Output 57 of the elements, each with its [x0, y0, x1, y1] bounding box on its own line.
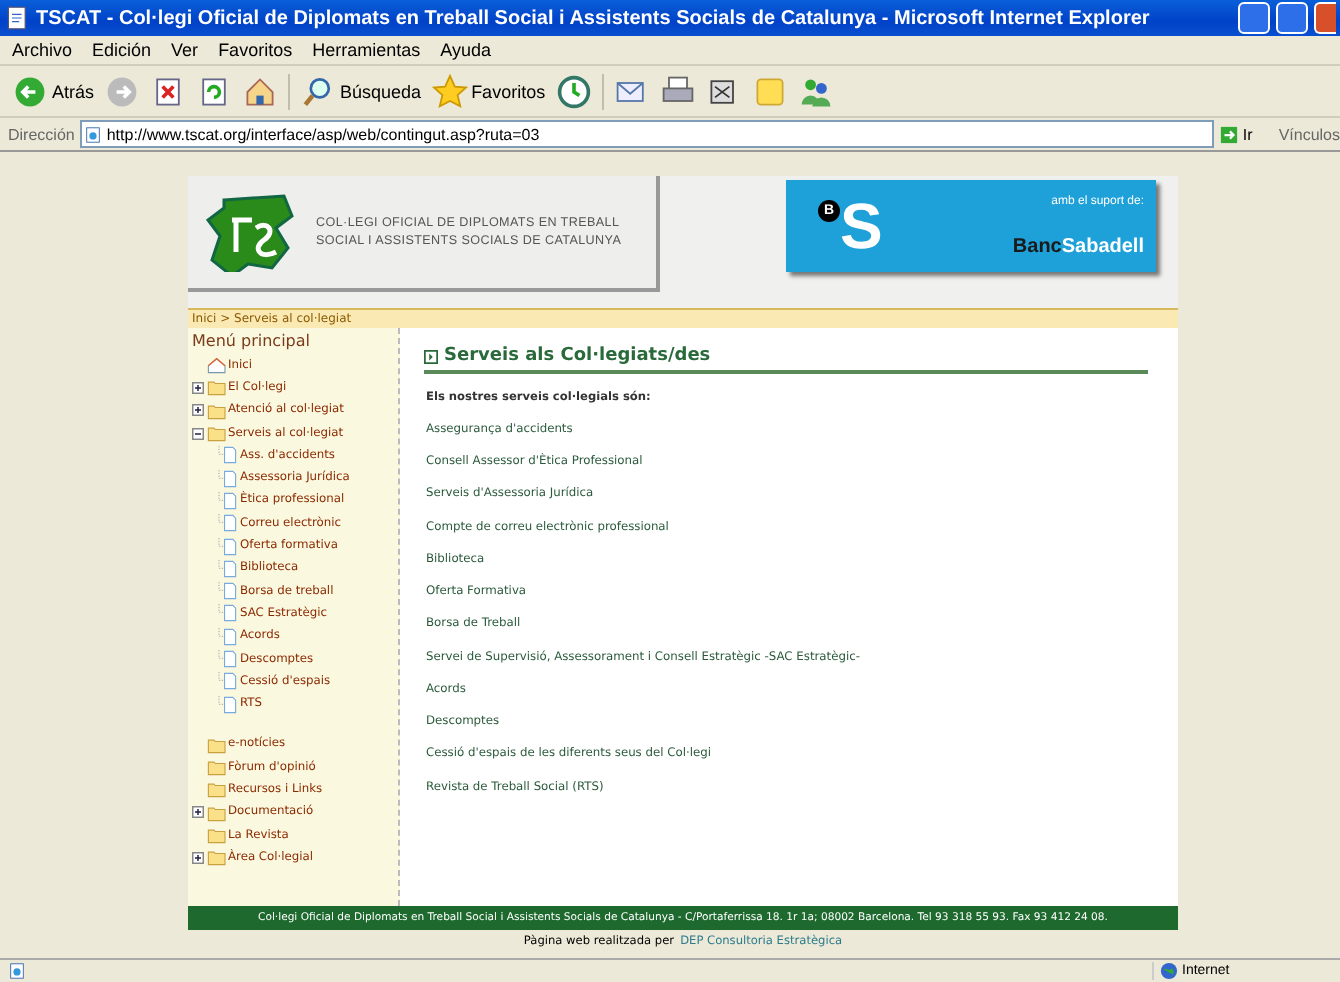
- logo-letter: S: [840, 196, 883, 256]
- plus-icon[interactable]: [192, 806, 204, 819]
- people-icon: [797, 73, 834, 109]
- arrow-right-icon: [1220, 125, 1239, 143]
- page-icon: [218, 672, 238, 691]
- close-button[interactable]: [1314, 2, 1336, 34]
- go-button[interactable]: Ir: [1220, 125, 1273, 143]
- menu-item[interactable]: Edición: [92, 40, 152, 60]
- menu-item[interactable]: Ayuda: [440, 40, 491, 60]
- window-title: TSCAT - Col·legi Oficial de Diplomats en Treball Social i Assistents Socials de Catalunya - Microsoft Internet Explorer: [36, 7, 1152, 29]
- bullet-icon: [424, 349, 438, 363]
- page-icon: [84, 125, 103, 143]
- page-icon: [218, 650, 238, 668]
- page-icon: [218, 627, 238, 646]
- menu-item[interactable]: Herramientas: [312, 40, 421, 60]
- page-icon: [218, 695, 238, 714]
- logo-icon: [204, 192, 296, 272]
- page-icon: [218, 582, 238, 601]
- home-icon: [242, 73, 279, 109]
- page-icon: [218, 559, 238, 578]
- page-icon: [218, 469, 238, 488]
- globe-icon: [1160, 962, 1178, 980]
- note-icon: [751, 73, 788, 109]
- plus-icon[interactable]: [192, 404, 204, 417]
- page-icon: [6, 6, 30, 30]
- plus-icon[interactable]: [192, 381, 204, 394]
- plus-icon[interactable]: [192, 851, 204, 864]
- address-value: http://www.tscat.org/interface/asp/web/contingut.asp?ruta=03: [106, 125, 540, 143]
- favorites-button[interactable]: Favoritos: [431, 73, 546, 109]
- links-label[interactable]: Vínculos: [1278, 125, 1340, 143]
- page-icon: [218, 514, 238, 533]
- back-button[interactable]: Atrás: [12, 73, 95, 109]
- arrow-right-icon: [104, 73, 141, 109]
- home-icon: [206, 356, 226, 375]
- menu-item[interactable]: Ver: [171, 40, 199, 60]
- history-button[interactable]: [555, 73, 592, 109]
- section-heading: Serveis als Col·legiats/des: [444, 346, 711, 366]
- minus-icon[interactable]: [192, 427, 204, 440]
- messenger-button[interactable]: [797, 73, 834, 109]
- page-icon: [218, 604, 238, 623]
- page-icon: [8, 962, 26, 980]
- home-button[interactable]: [242, 73, 279, 109]
- page-icon: [218, 491, 238, 510]
- sponsor-name: BancSabadell: [1012, 235, 1144, 257]
- address-field[interactable]: http://www.tscat.org/interface/asp/web/contingut.asp?ruta=03: [80, 120, 1215, 148]
- menu-item[interactable]: Favoritos: [218, 40, 293, 60]
- search-button[interactable]: Búsqueda: [300, 73, 422, 109]
- page-icon: [218, 446, 238, 465]
- menu-item[interactable]: Archivo: [12, 40, 73, 60]
- page-icon: [218, 537, 238, 556]
- star-icon: [431, 73, 468, 109]
- arrow-left-icon: [12, 73, 48, 109]
- minimize-button[interactable]: [1238, 2, 1270, 34]
- clock-icon: [555, 73, 592, 109]
- menu-title: Menú principal: [192, 332, 312, 350]
- maximize-button[interactable]: [1276, 2, 1308, 34]
- address-label: Dirección: [8, 125, 75, 143]
